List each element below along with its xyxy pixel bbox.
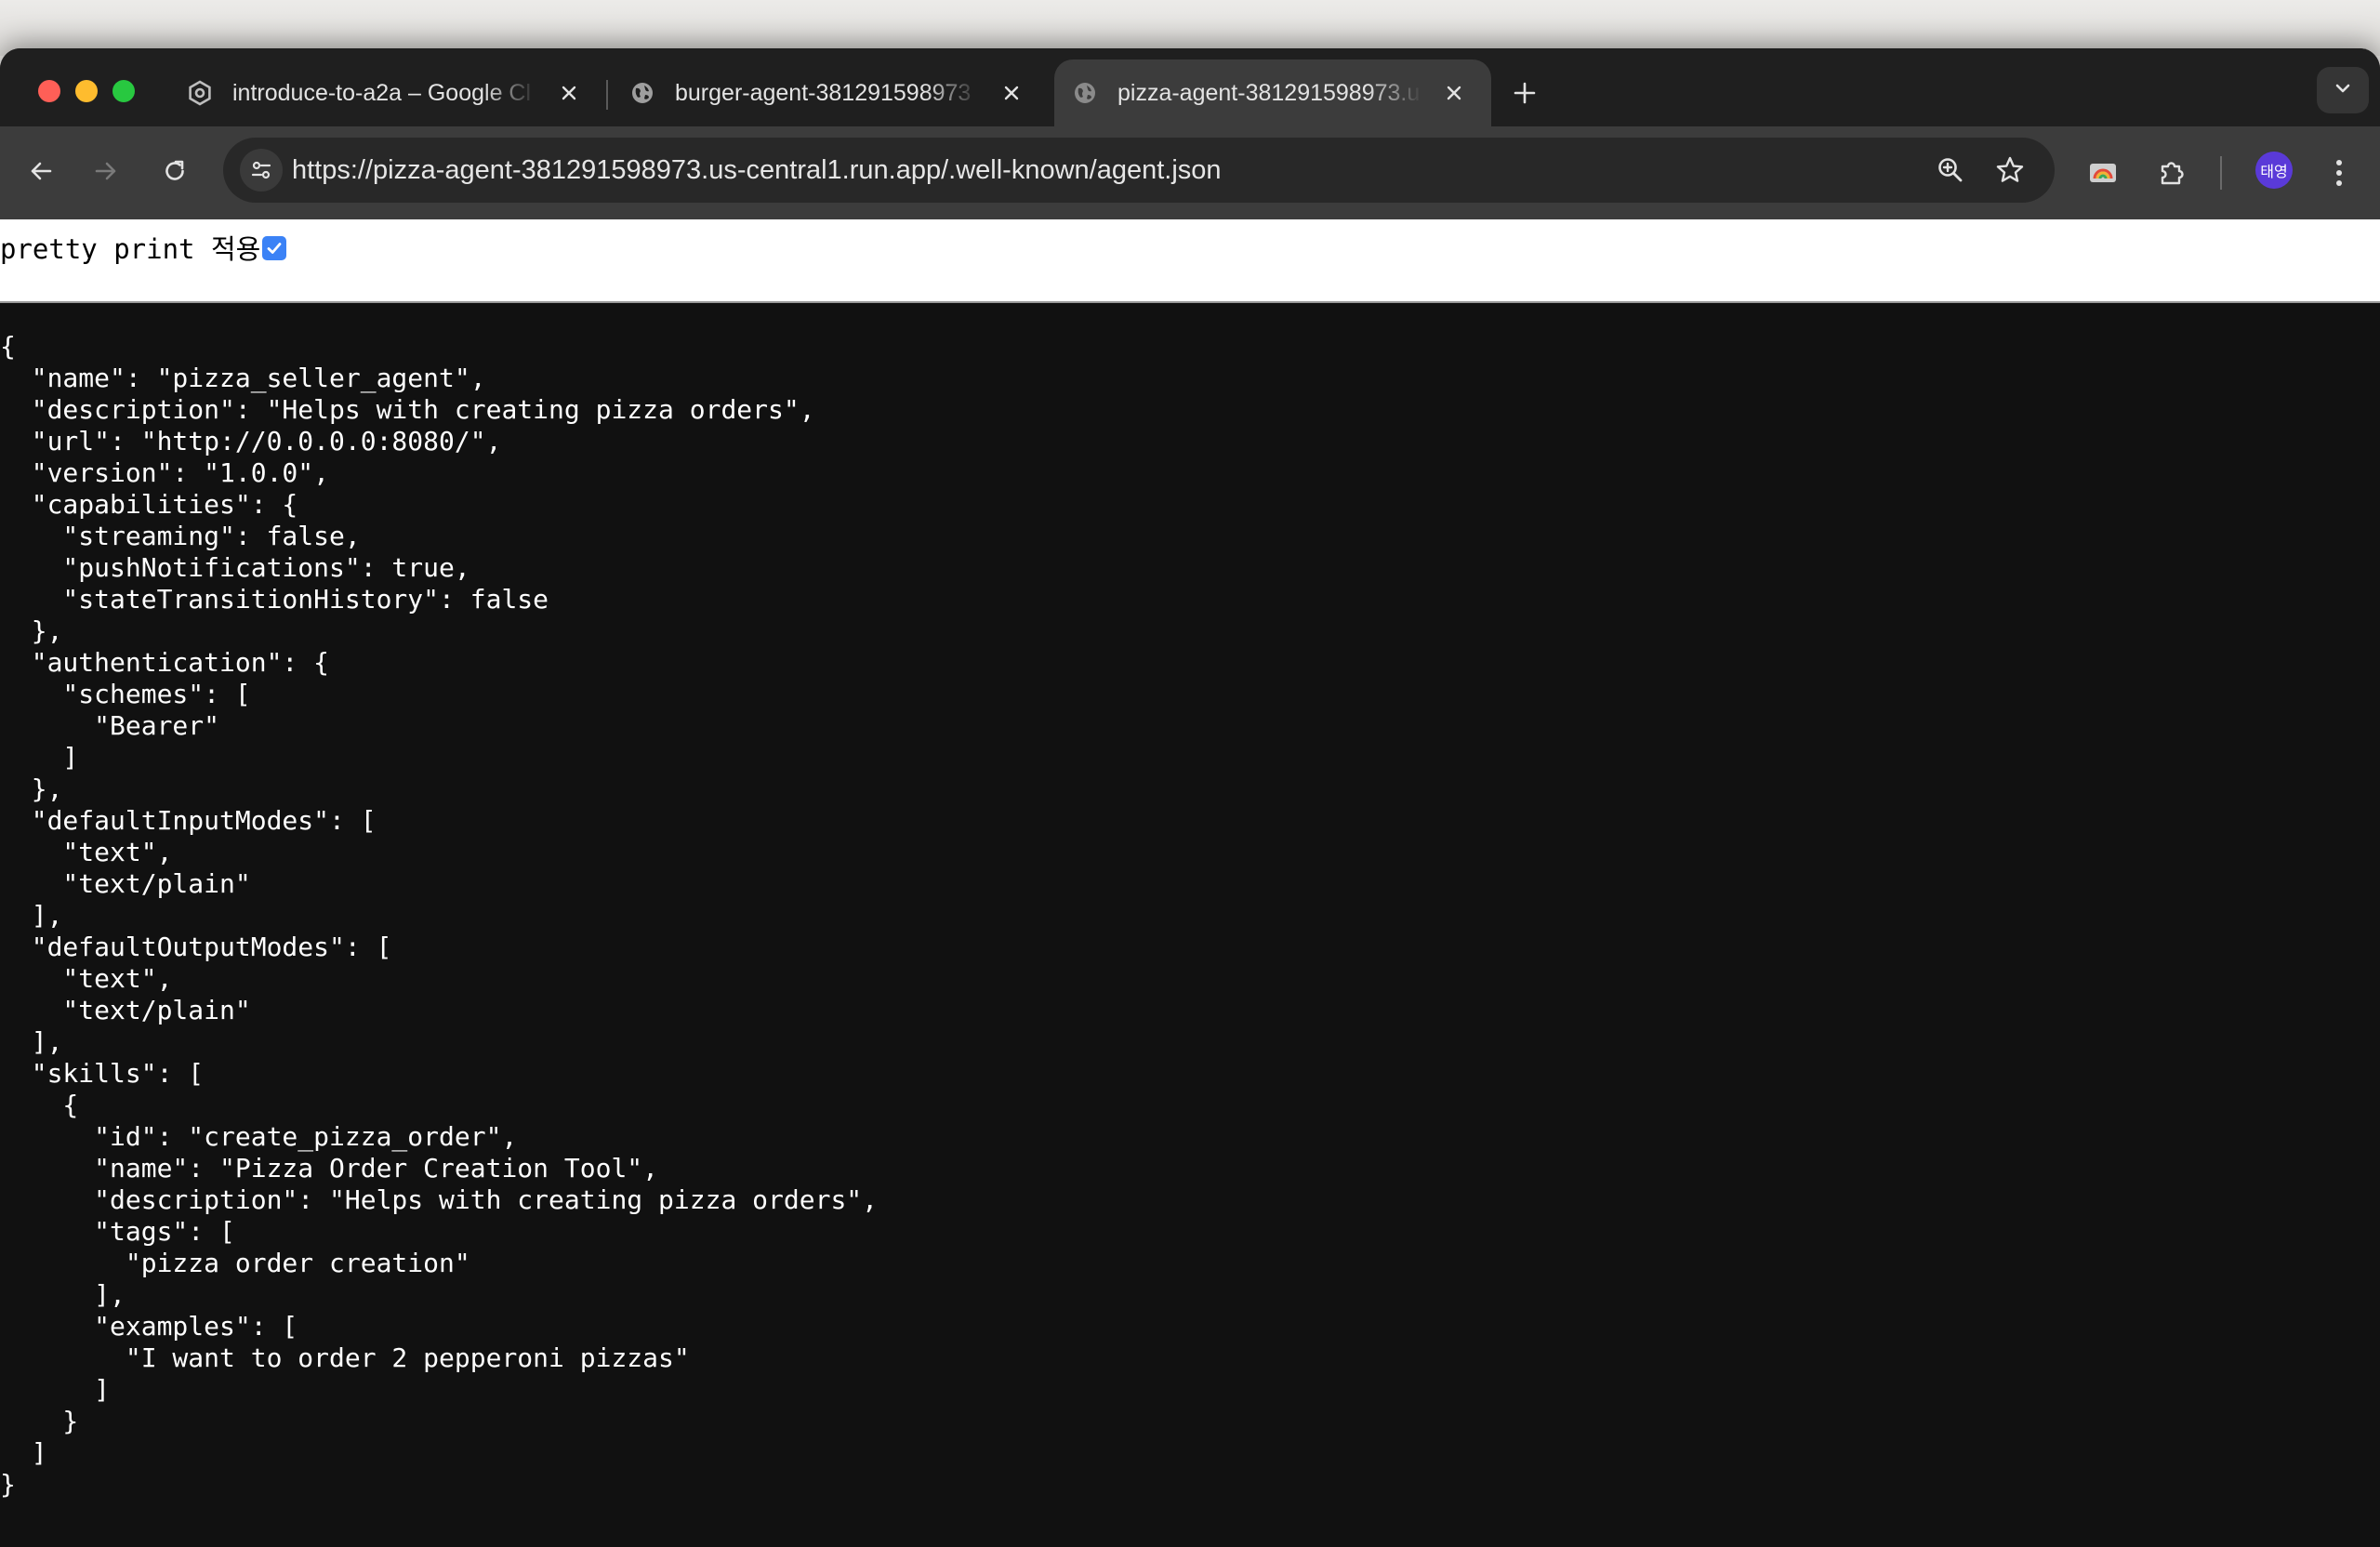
extension-icon[interactable] <box>2077 147 2129 199</box>
browser-window: introduce-to-a2a – Google Cl burger-agen… <box>0 48 2380 1547</box>
tab-introduce-to-a2a[interactable]: introduce-to-a2a – Google Cl <box>169 60 606 126</box>
tab-pizza-agent[interactable]: pizza-agent-381291598973.u <box>1054 60 1491 126</box>
extensions-puzzle-icon[interactable] <box>2146 147 2198 199</box>
google-cloud-icon <box>186 79 214 107</box>
new-tab-button[interactable] <box>1506 74 1543 112</box>
toolbar-divider <box>2220 156 2222 190</box>
zoom-icon[interactable] <box>1924 144 1977 196</box>
minimize-window-button[interactable] <box>75 80 98 102</box>
pretty-print-label: pretty print 적용 <box>0 233 261 265</box>
tab-search-button[interactable] <box>2317 67 2369 113</box>
checkmark-icon <box>267 243 282 254</box>
maximize-window-button[interactable] <box>112 80 135 102</box>
pretty-print-checkbox[interactable] <box>262 236 286 260</box>
json-content: { "name": "pizza_seller_agent", "descrip… <box>0 331 879 1500</box>
profile-avatar[interactable]: 태영 <box>2255 152 2293 189</box>
close-tab-icon[interactable] <box>550 74 588 112</box>
menu-kebab-icon[interactable] <box>2313 147 2365 199</box>
chevron-down-icon <box>2333 78 2353 103</box>
tab-burger-agent[interactable]: burger-agent-381291598973 <box>612 60 1049 126</box>
page-content: pretty print 적용 { "name": "pizza_seller_… <box>0 219 2380 1547</box>
forward-button[interactable] <box>80 147 132 199</box>
tab-strip: introduce-to-a2a – Google Cl burger-agen… <box>0 48 2380 126</box>
bookmark-star-icon[interactable] <box>1984 144 2036 196</box>
desktop-background <box>0 0 2380 56</box>
close-tab-icon[interactable] <box>993 74 1030 112</box>
arrow-left-icon <box>27 157 55 190</box>
arrow-right-icon <box>92 157 120 190</box>
close-tab-icon[interactable] <box>1435 74 1473 112</box>
tab-separator <box>606 80 608 110</box>
close-window-button[interactable] <box>38 80 60 102</box>
site-info-icon[interactable] <box>240 149 283 192</box>
pretty-print-bar: pretty print 적용 <box>0 219 2380 303</box>
globe-icon <box>628 79 656 107</box>
url-text[interactable]: https://pizza-agent-381291598973.us-cent… <box>292 138 1222 203</box>
tab-title: burger-agent-381291598973 <box>675 79 972 106</box>
reload-icon <box>161 157 189 190</box>
reload-button[interactable] <box>149 147 201 199</box>
tab-title: introduce-to-a2a – Google Cl <box>232 79 532 106</box>
tab-title: pizza-agent-381291598973.u <box>1117 79 1421 106</box>
browser-toolbar: https://pizza-agent-381291598973.us-cent… <box>0 126 2380 219</box>
globe-icon <box>1071 79 1099 107</box>
back-button[interactable] <box>15 147 67 199</box>
address-bar[interactable]: https://pizza-agent-381291598973.us-cent… <box>223 138 2055 203</box>
